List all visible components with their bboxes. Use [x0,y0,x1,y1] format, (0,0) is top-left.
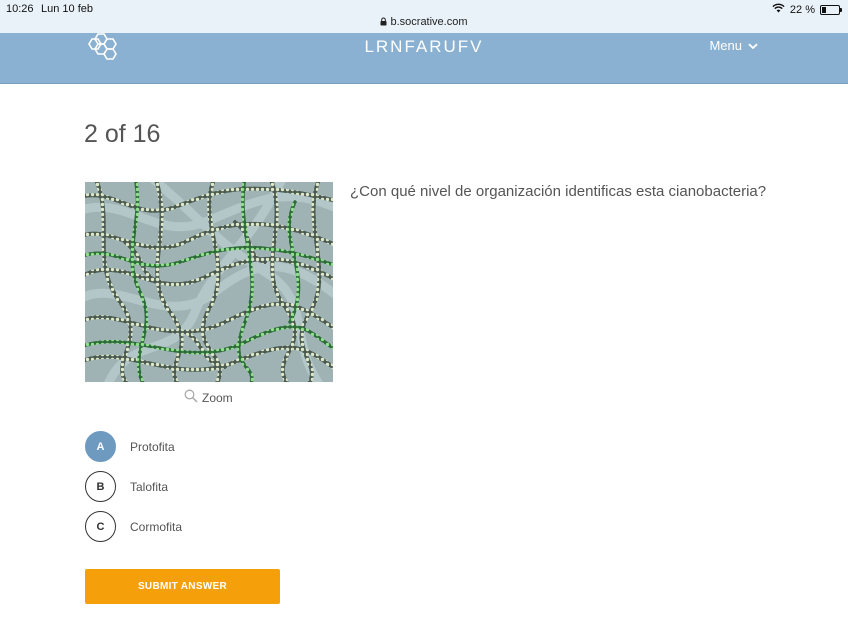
zoom-button[interactable]: Zoom [184,389,233,406]
chevron-down-icon [748,38,758,53]
choice-label: Protofita [130,439,175,454]
search-icon [184,389,198,406]
choice-b[interactable]: B Talofita [85,471,168,502]
menu-button[interactable]: Menu [709,38,758,53]
submit-answer-button[interactable]: SUBMIT ANSWER [85,569,280,604]
choice-label: Cormofita [130,519,183,534]
battery-icon [820,4,842,15]
lock-icon [380,17,387,29]
status-bar: 10:26 Lun 10 feb b.socrative.com 22 % [0,0,848,33]
choice-letter-badge: B [85,471,116,502]
battery-percent: 22 % [789,3,815,16]
choice-letter-badge: C [85,511,116,542]
app-header: LRNFARUFV Menu [0,33,848,84]
choice-label: Talofita [130,479,169,494]
question-text: ¿Con qué nivel de organización identific… [350,183,767,200]
address-bar[interactable]: b.socrative.com [0,16,848,29]
choice-letter-badge: A [85,431,116,462]
question-progress: 2 of 16 [84,120,161,148]
battery-fill [822,6,826,13]
choice-c[interactable]: C Cormofita [85,511,182,542]
url-text: b.socrative.com [390,16,468,28]
status-date: Lun 10 feb [41,3,93,15]
status-indicators: 22 % [772,3,842,16]
zoom-label: Zoom [202,390,233,405]
wifi-icon [772,3,785,16]
menu-label: Menu [709,38,742,53]
status-time: 10:26 [6,3,34,15]
choice-a[interactable]: A Protofita [85,431,175,462]
question-image[interactable] [85,182,333,382]
